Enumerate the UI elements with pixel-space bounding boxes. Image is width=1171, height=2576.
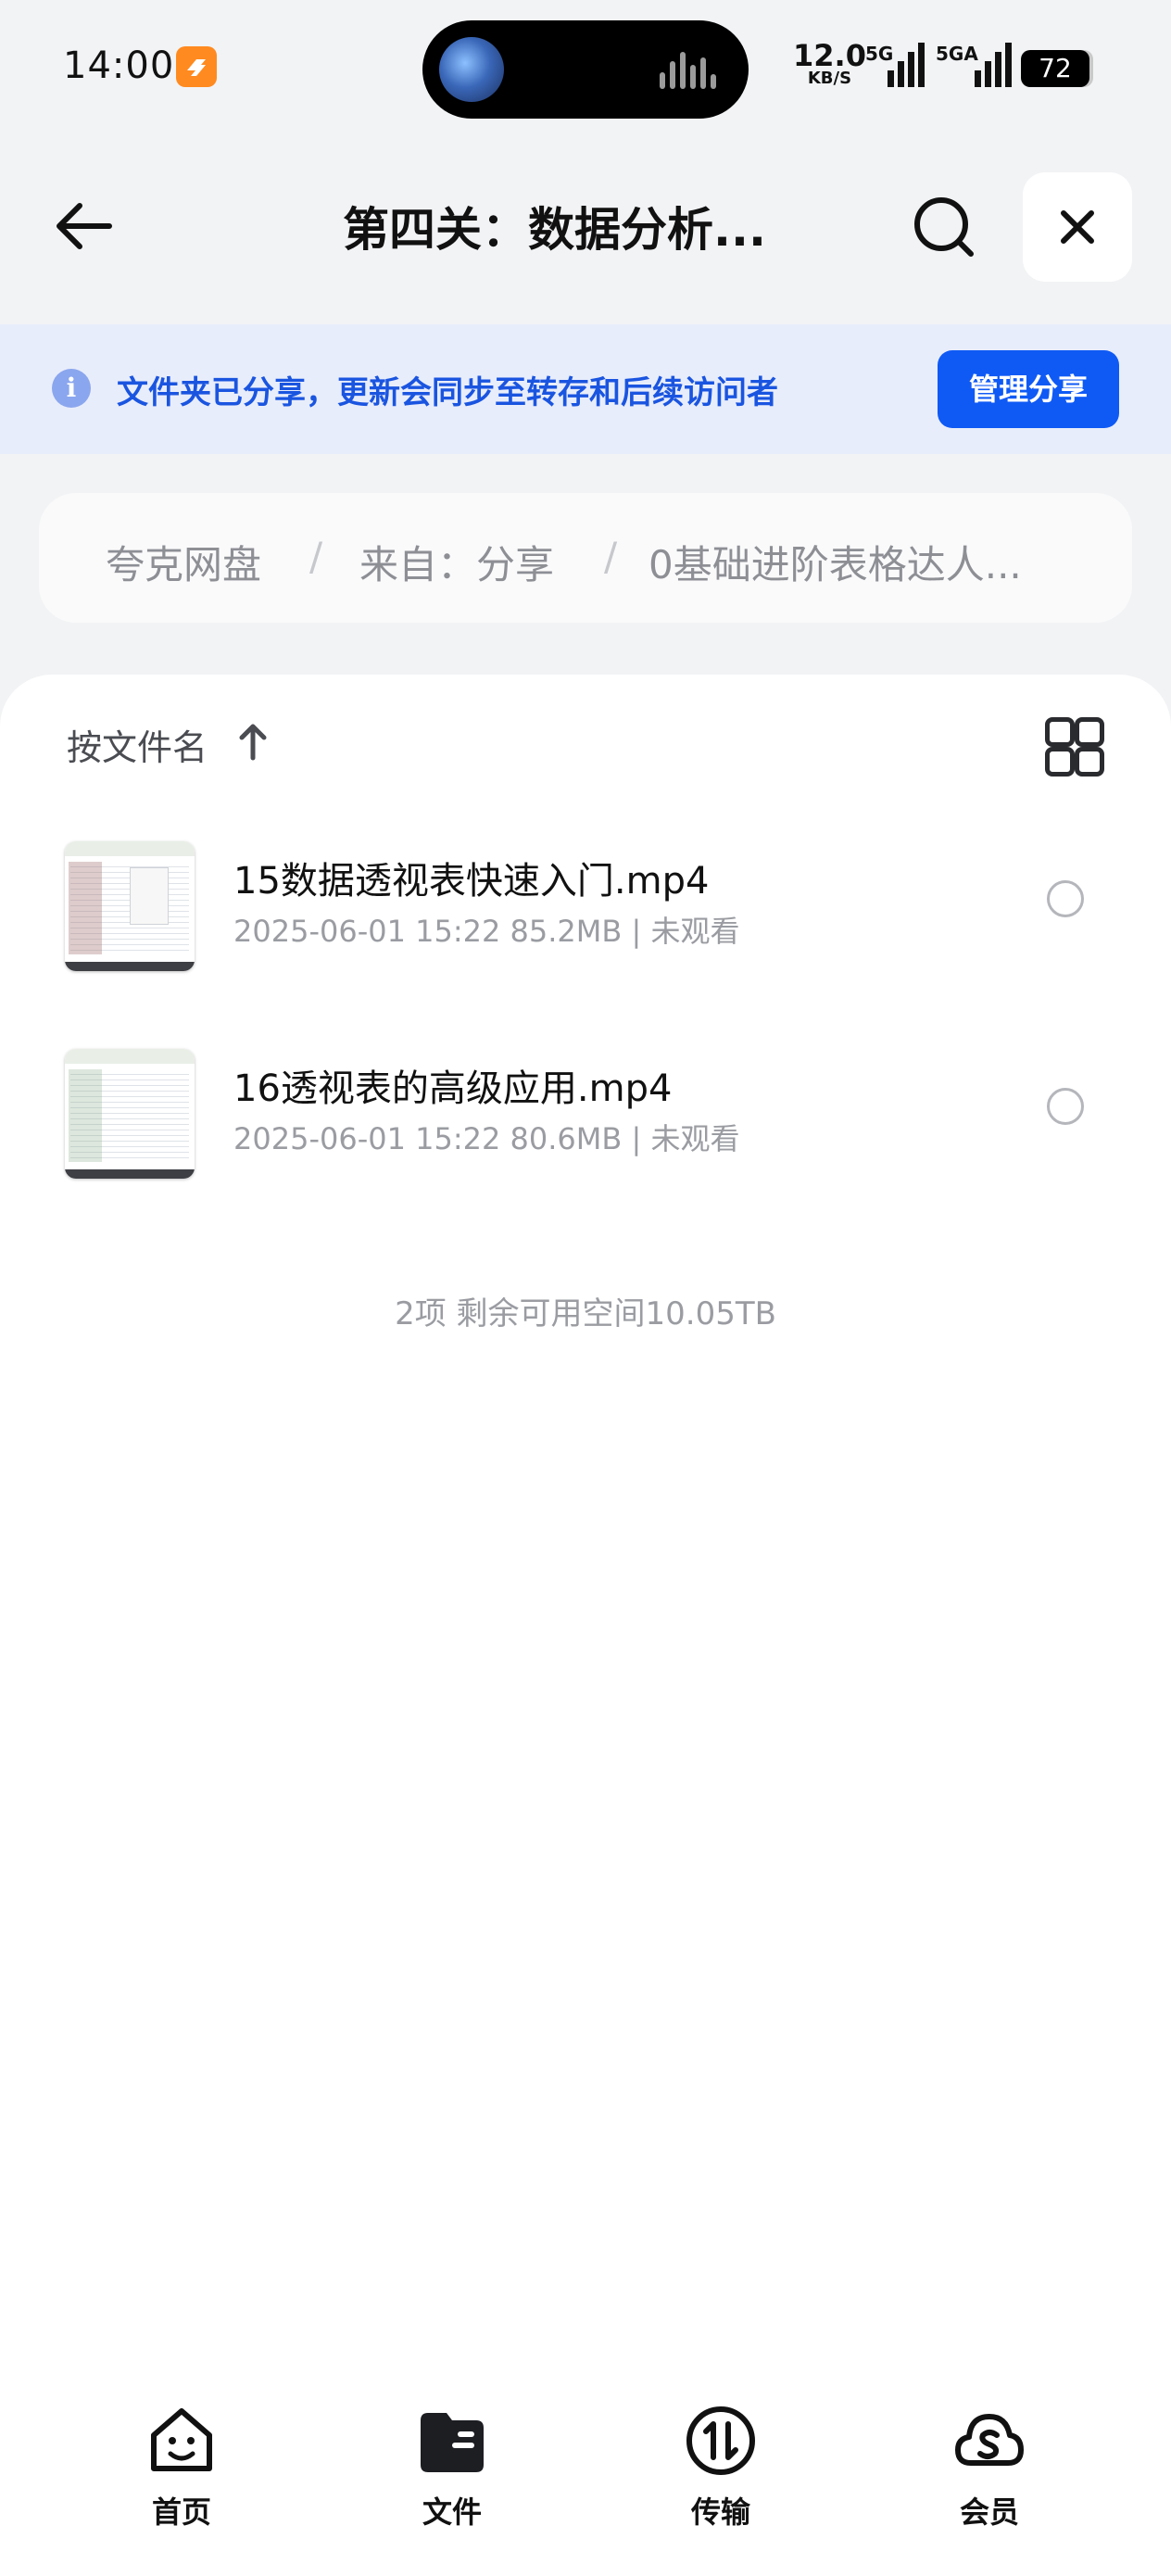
net-speed: 12.0 KB/S	[793, 41, 866, 87]
back-arrow-icon	[57, 203, 112, 249]
signal-label: 5GA	[936, 43, 978, 65]
tab-transfer[interactable]: 传输	[628, 2404, 813, 2543]
battery-icon: 72	[1021, 50, 1089, 87]
audio-wave-icon	[660, 52, 717, 89]
close-icon	[1061, 210, 1094, 244]
app-notification-icon	[176, 46, 217, 87]
grid-view-icon[interactable]	[1045, 717, 1104, 777]
share-banner: i 文件夹已分享，更新会同步至转存和后续访问者 管理分享	[0, 324, 1171, 454]
list-item[interactable]: 16透视表的高级应用.mp4 2025-06-01 15:22 80.6MB |…	[0, 1012, 1171, 1179]
video-thumbnail	[65, 841, 195, 971]
file-name: 16透视表的高级应用.mp4	[233, 1067, 673, 1110]
status-time: 14:00	[63, 44, 175, 87]
folder-icon	[421, 2413, 484, 2472]
close-button[interactable]	[1023, 172, 1132, 282]
status-bar: 14:00 12.0 KB/S 5G 5GA 72	[0, 0, 1171, 139]
page-title: 第四关：数据分析...	[343, 203, 766, 257]
file-meta: 2025-06-01 15:22 80.6MB | 未观看	[233, 1121, 740, 1156]
member-cloud-icon	[955, 2414, 1024, 2466]
transfer-icon	[686, 2406, 755, 2475]
breadcrumb: 夸克网盘 / 来自：分享 / 0基础进阶表格达人...	[39, 493, 1132, 623]
video-thumbnail	[65, 1049, 195, 1179]
breadcrumb-item-shared[interactable]: 来自：分享	[359, 534, 554, 590]
breadcrumb-separator: /	[309, 534, 323, 579]
manage-share-button[interactable]: 管理分享	[938, 350, 1119, 428]
search-icon	[914, 197, 974, 257]
file-name: 15数据透视表快速入门.mp4	[233, 860, 710, 903]
dynamic-island[interactable]	[422, 20, 749, 119]
storage-summary: 2项 剩余可用空间10.05TB	[395, 1295, 776, 1332]
tab-label: 首页	[151, 2494, 211, 2530]
select-radio[interactable]	[1047, 1088, 1084, 1125]
back-button[interactable]	[48, 189, 122, 263]
bottom-tab-bar: 首页 文件 传输 会员	[0, 2381, 1171, 2576]
avatar-icon	[439, 37, 504, 102]
sort-arrow-up-icon[interactable]	[237, 721, 269, 762]
select-radio[interactable]	[1047, 880, 1084, 917]
tab-label: 会员	[959, 2494, 1019, 2530]
tab-member[interactable]: 会员	[897, 2404, 1082, 2543]
tab-home[interactable]: 首页	[89, 2404, 274, 2543]
tab-label: 文件	[422, 2494, 482, 2530]
breadcrumb-fade	[1021, 493, 1132, 623]
sort-button[interactable]: 按文件名	[67, 719, 208, 770]
breadcrumb-item-root[interactable]: 夸克网盘	[106, 534, 261, 590]
tab-label: 传输	[690, 2494, 750, 2530]
file-meta: 2025-06-01 15:22 85.2MB | 未观看	[233, 914, 740, 949]
home-smile-icon	[151, 2408, 212, 2471]
net-speed-value: 12.0	[793, 38, 866, 73]
signal-icon: 5G	[865, 43, 925, 87]
search-button[interactable]	[908, 191, 982, 265]
info-icon: i	[52, 369, 91, 408]
signal-label: 5G	[865, 43, 894, 65]
tab-files[interactable]: 文件	[359, 2404, 545, 2543]
file-list-panel: 按文件名 15数据透视表快速入门.mp4 2025-06-01 15:22 85…	[0, 675, 1171, 2576]
breadcrumb-separator: /	[604, 534, 618, 579]
signal-icon: 5GA	[936, 43, 1012, 87]
list-item[interactable]: 15数据透视表快速入门.mp4 2025-06-01 15:22 85.2MB …	[0, 804, 1171, 971]
share-banner-text: 文件夹已分享，更新会同步至转存和后续访问者	[117, 374, 778, 411]
breadcrumb-item-current[interactable]: 0基础进阶表格达人...	[648, 534, 1022, 590]
